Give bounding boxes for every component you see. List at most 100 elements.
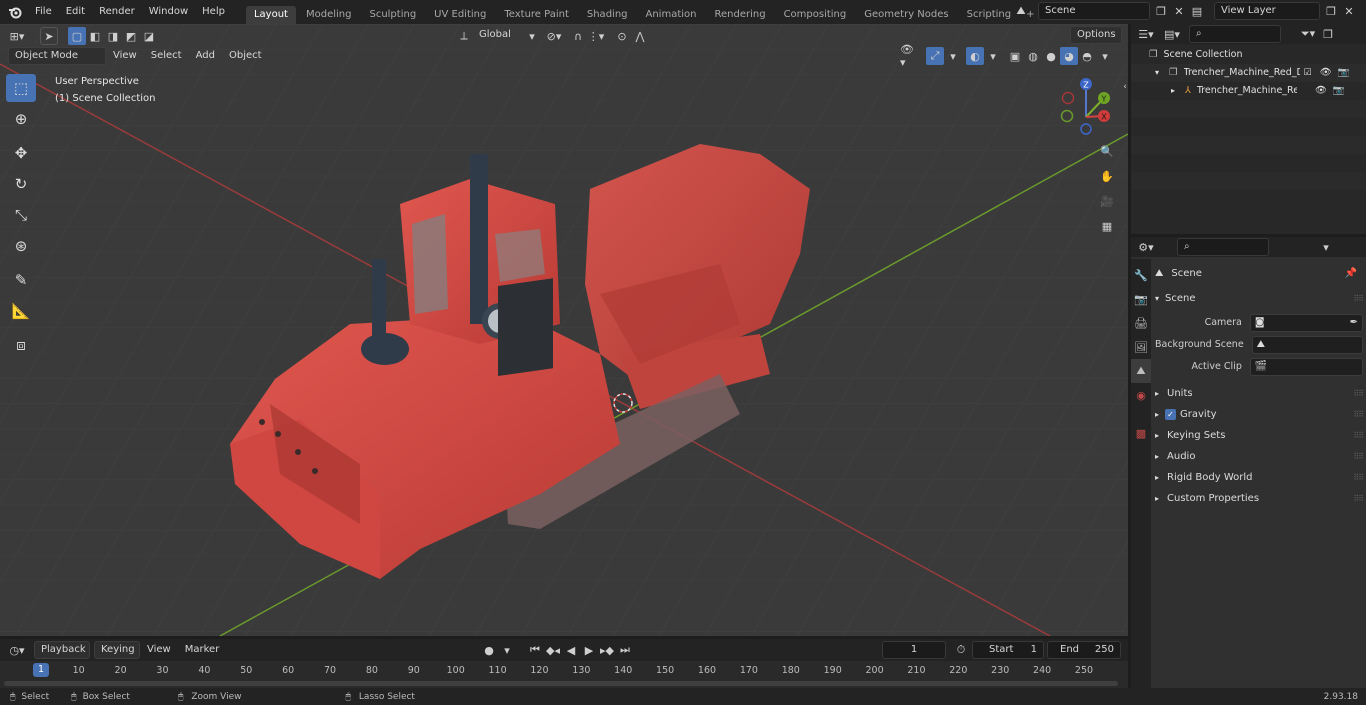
outliner-search-input[interactable]: ⌕ <box>1189 25 1281 43</box>
select-intersect-icon[interactable]: ◪ <box>140 27 158 45</box>
tab-layout[interactable]: Layout <box>245 6 296 24</box>
chevron-down-icon[interactable]: ▾ <box>944 47 962 65</box>
sidebar-toggle-icon[interactable]: ‹ <box>1116 78 1128 96</box>
blender-logo-icon[interactable] <box>6 3 24 21</box>
viewport-menu-select[interactable]: Select <box>144 46 189 66</box>
gizmo-toggle-icon[interactable]: ⤢ <box>926 47 944 65</box>
tab-rendering[interactable]: Rendering <box>706 6 773 24</box>
chevron-down-icon[interactable]: ▾ <box>1096 47 1114 65</box>
chevron-down-icon[interactable]: ▾ <box>984 47 1002 65</box>
texture-tab-icon[interactable]: ▩ <box>1131 421 1151 445</box>
view-layer-tab-icon[interactable]: 🖼 <box>1131 335 1151 359</box>
viewport-canvas[interactable]: Z Y X <box>0 24 1128 636</box>
cursor-tool-icon[interactable]: ⊕ <box>6 105 36 133</box>
select-invert-icon[interactable]: ◩ <box>122 27 140 45</box>
select-extend-icon[interactable]: ◧ <box>86 27 104 45</box>
camera-render-icon[interactable]: 📷 <box>1338 64 1350 82</box>
subpanel-audio[interactable]: ▸ Audio ⠿⠿ <box>1155 446 1364 467</box>
menu-render[interactable]: Render <box>92 0 142 24</box>
properties-search-input[interactable]: ⌕ <box>1177 238 1269 256</box>
delete-view-layer-icon[interactable]: ✕ <box>1340 2 1358 20</box>
overlay-toggle-icon[interactable]: ◐ <box>966 47 984 65</box>
output-tab-icon[interactable]: 🖨 <box>1131 311 1151 335</box>
drag-grip-icon[interactable]: ⠿⠿ <box>1353 288 1364 309</box>
tab-texture-paint[interactable]: Texture Paint <box>496 6 577 24</box>
viewport-menu-add[interactable]: Add <box>189 46 222 66</box>
chevron-down-icon[interactable]: ▾ <box>523 27 541 45</box>
tab-shading[interactable]: Shading <box>579 6 636 24</box>
menu-edit[interactable]: Edit <box>59 0 92 24</box>
measure-tool-icon[interactable]: 📐 <box>6 297 36 325</box>
move-tool-icon[interactable]: ✥ <box>6 139 36 167</box>
snap-icon[interactable]: ∩ <box>569 27 587 45</box>
play-icon[interactable]: ▶ <box>580 641 598 659</box>
mode-dropdown[interactable]: Object Mode <box>8 47 106 65</box>
pivot-point-icon[interactable]: ⊘▾ <box>545 27 563 45</box>
prev-keyframe-icon[interactable]: ◆◂ <box>544 641 562 659</box>
current-frame-marker[interactable]: 1 <box>32 663 50 677</box>
tool-tab-icon[interactable]: 🔧 <box>1131 263 1151 287</box>
new-collection-icon[interactable]: ❐ <box>1319 25 1337 43</box>
timeline-scrollbar[interactable] <box>4 681 1118 686</box>
scene-panel-header[interactable]: ▾ Scene ⠿⠿ <box>1155 288 1364 309</box>
transform-tool-icon[interactable]: ⊛ <box>6 232 36 260</box>
snap-target-icon[interactable]: ⋮▾ <box>587 27 605 45</box>
tab-uv-editing[interactable]: UV Editing <box>426 6 494 24</box>
drag-grip-icon[interactable]: ⠿⠿ <box>1353 383 1364 404</box>
transform-orientation-dropdown[interactable]: Global <box>473 27 523 45</box>
drag-grip-icon[interactable]: ⠿⠿ <box>1353 404 1364 425</box>
3d-viewport[interactable]: Z Y X ⊞▾ ➤ ▢ ◧ ◨ ◩ ◪ ⟂ Global ▾ ⊘▾ ∩ ⋮▾ … <box>0 24 1128 636</box>
scene-icon[interactable]: ⛰ <box>1012 2 1030 20</box>
outliner-editor-icon[interactable]: ☰▾ <box>1137 25 1155 43</box>
stopwatch-icon[interactable]: ⏱ <box>952 641 970 659</box>
scale-tool-icon[interactable]: ⤡ <box>6 201 36 229</box>
exclude-checkbox-icon[interactable]: ☑ <box>1304 64 1312 82</box>
pin-icon[interactable]: 📌 <box>1345 263 1357 284</box>
tab-geometry-nodes[interactable]: Geometry Nodes <box>856 6 956 24</box>
outliner-root-row[interactable]: ❐ Scene Collection <box>1131 46 1366 64</box>
wireframe-shading-icon[interactable]: ◍ <box>1024 47 1042 65</box>
timeline-menu-playback[interactable]: Playback <box>34 641 90 659</box>
tab-sculpting[interactable]: Sculpting <box>361 6 424 24</box>
subpanel-keying-sets[interactable]: ▸ Keying Sets ⠿⠿ <box>1155 425 1364 446</box>
viewport-menu-view[interactable]: View <box>106 46 144 66</box>
gravity-checkbox[interactable]: ✓ <box>1165 409 1177 420</box>
timeline-menu-view[interactable]: View <box>140 641 178 659</box>
next-keyframe-icon[interactable]: ▸◆ <box>598 641 616 659</box>
view-layer-icon[interactable]: ▤ <box>1188 2 1206 20</box>
current-frame-field[interactable]: 1 <box>882 641 946 659</box>
filter-icon[interactable]: ⏷▾ <box>1299 25 1317 43</box>
new-scene-icon[interactable]: ❐ <box>1152 2 1170 20</box>
eye-icon[interactable]: 👁 <box>1320 64 1332 82</box>
scene-tab-icon[interactable]: ⛰ <box>1131 359 1151 383</box>
rendered-shading-icon[interactable]: ◓ <box>1078 47 1096 65</box>
outliner-item-row[interactable]: ▾ ❐ Trencher_Machine_Red_Dusty ☑ 👁 📷 <box>1131 64 1366 82</box>
editor-type-icon[interactable]: ⊞▾ <box>8 27 26 45</box>
new-view-layer-icon[interactable]: ❐ <box>1322 2 1340 20</box>
options-button[interactable]: Options <box>1070 26 1122 44</box>
select-new-icon[interactable]: ▢ <box>68 27 86 45</box>
timeline-editor-icon[interactable]: ◷▾ <box>8 641 26 659</box>
expand-down-icon[interactable]: ▾ <box>1155 64 1165 82</box>
play-reverse-icon[interactable]: ◀ <box>562 641 580 659</box>
falloff-icon[interactable]: ⋀ <box>631 27 649 45</box>
tab-animation[interactable]: Animation <box>638 6 705 24</box>
pan-hand-icon[interactable]: ✋ <box>1098 167 1116 185</box>
subpanel-rigid-body-world[interactable]: ▸ Rigid Body World ⠿⠿ <box>1155 467 1364 488</box>
select-box-tool-icon[interactable]: ⬚ <box>6 74 36 102</box>
world-tab-icon[interactable]: ◉ <box>1131 383 1151 407</box>
select-tool-icon[interactable]: ➤ <box>40 27 58 45</box>
subpanel-custom-properties[interactable]: ▸ Custom Properties ⠿⠿ <box>1155 488 1364 509</box>
timeline-menu-marker[interactable]: Marker <box>178 641 227 659</box>
eye-icon[interactable]: 👁 <box>1315 82 1327 100</box>
camera-field[interactable]: ◙ ✒ <box>1249 313 1363 332</box>
drag-grip-icon[interactable]: ⠿⠿ <box>1353 425 1364 446</box>
camera-view-icon[interactable]: 🎥 <box>1098 192 1116 210</box>
subpanel-gravity[interactable]: ▸ ✓ Gravity ⠿⠿ <box>1155 404 1364 425</box>
jump-end-icon[interactable]: ⏭ <box>616 641 634 659</box>
outliner-item-row[interactable]: ▸ ⅄ Trencher_Machine_Red_D 👁 📷 <box>1131 82 1366 100</box>
delete-scene-icon[interactable]: ✕ <box>1170 2 1188 20</box>
rotate-tool-icon[interactable]: ↻ <box>6 170 36 198</box>
tab-modeling[interactable]: Modeling <box>298 6 360 24</box>
xray-icon[interactable]: ▣ <box>1006 47 1024 65</box>
